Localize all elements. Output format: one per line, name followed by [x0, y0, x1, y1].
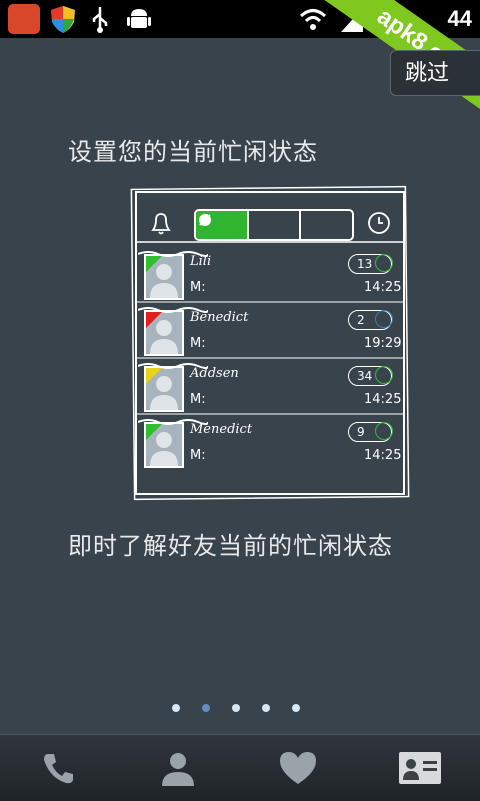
list-item[interactable]: Addsen M: 34 14:25 — [138, 362, 404, 416]
list-item[interactable]: Menedict M: 9 14:25 — [138, 418, 404, 472]
tab-busy[interactable] — [201, 211, 302, 239]
count-value: 9 — [357, 425, 365, 439]
count-badge: 2 — [348, 310, 393, 330]
redacted-number — [138, 419, 208, 425]
count-value: 34 — [357, 369, 373, 383]
status-icon — [375, 254, 393, 272]
status-clock: 44 — [447, 6, 472, 31]
page-title: 设置您的当前忙闲状态 — [68, 138, 318, 166]
avatar — [144, 422, 184, 468]
wifi-icon — [298, 4, 328, 34]
avatar — [144, 366, 184, 412]
contact-phone: M: — [190, 448, 206, 463]
count-badge: 9 — [348, 422, 393, 442]
skip-button[interactable]: 跳过 — [390, 50, 480, 96]
android-icon — [126, 4, 152, 34]
contact-time: 14:25 — [364, 448, 402, 463]
tab-sleep[interactable] — [199, 211, 352, 239]
app-icon — [8, 4, 40, 34]
sleep-icon — [199, 214, 211, 226]
phone-icon[interactable] — [28, 743, 88, 793]
status-icon — [375, 422, 393, 440]
page-dot[interactable] — [262, 704, 270, 712]
avatar — [144, 310, 184, 356]
status-icon — [375, 310, 393, 328]
list-item[interactable]: Lili M: 13 14:25 — [138, 250, 404, 304]
status-preview-card: Lili M: 13 14:25 Benedict M: 2 19:29 Add… — [130, 184, 410, 502]
contact-time: 14:25 — [364, 392, 402, 407]
page-dot[interactable] — [172, 704, 180, 712]
redacted-number — [138, 363, 208, 369]
page-dot[interactable] — [292, 704, 300, 712]
shield-icon — [48, 4, 78, 34]
contacts-icon[interactable] — [148, 743, 208, 793]
contact-phone: M: — [190, 280, 206, 295]
page-dot[interactable] — [232, 704, 240, 712]
count-value: 13 — [357, 257, 373, 271]
avatar — [144, 254, 184, 300]
redacted-number — [138, 251, 208, 257]
bottom-nav — [0, 734, 480, 801]
favorites-icon[interactable] — [268, 743, 328, 793]
count-badge: 34 — [348, 366, 393, 386]
page-indicator — [172, 704, 300, 712]
count-value: 2 — [357, 313, 365, 327]
contact-phone: M: — [190, 392, 206, 407]
contact-phone: M: — [190, 336, 206, 351]
redacted-number — [138, 307, 208, 313]
count-badge: 13 — [348, 254, 393, 274]
status-tabs — [194, 209, 354, 241]
contact-time: 19:29 — [364, 336, 402, 351]
usb-icon — [88, 4, 112, 34]
card-icon[interactable] — [390, 743, 450, 793]
page-dot-active[interactable] — [202, 704, 210, 712]
feature-description: 即时了解好友当前的忙闲状态 — [68, 532, 393, 560]
status-icon — [375, 366, 393, 384]
list-item[interactable]: Benedict M: 2 19:29 — [138, 306, 404, 360]
contact-time: 14:25 — [364, 280, 402, 295]
